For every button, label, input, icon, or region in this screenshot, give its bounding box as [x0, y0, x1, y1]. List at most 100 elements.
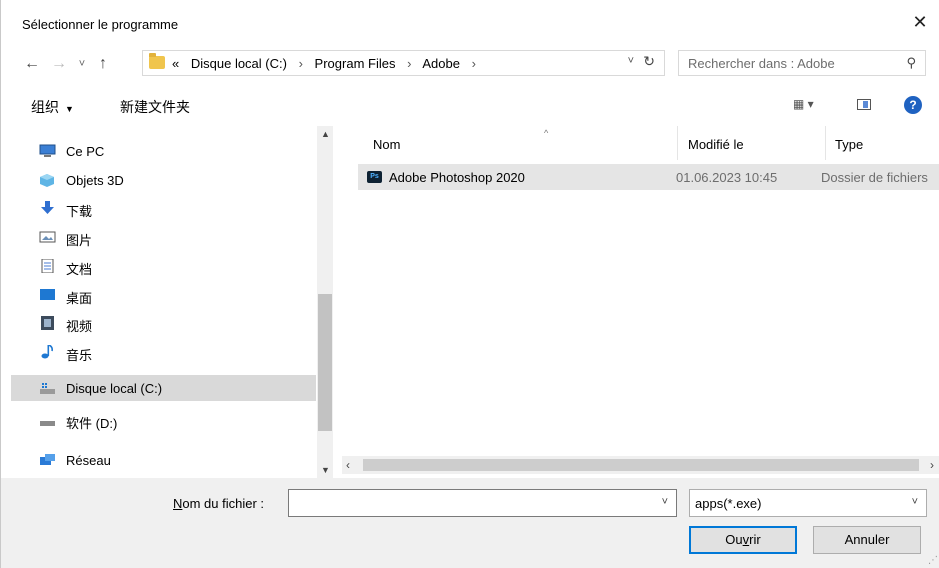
- sidebar-item-desktop[interactable]: 桌面: [11, 282, 316, 308]
- preview-pane-icon[interactable]: [857, 99, 871, 110]
- chevron-down-icon[interactable]: ˅: [662, 496, 668, 508]
- new-folder-button[interactable]: 新建文件夹: [120, 97, 190, 117]
- recent-locations-button[interactable]: ˅: [73, 53, 91, 75]
- computer-icon: [39, 144, 56, 157]
- sidebar-item-label: 文档: [66, 262, 93, 277]
- photoshop-folder-icon: Ps: [367, 171, 382, 183]
- filename-label-text: om du fichier :: [182, 496, 265, 511]
- filter-value: apps(*.exe): [695, 496, 762, 511]
- file-modified: 01.06.2023 10:45: [676, 170, 778, 185]
- filename-label: Nom du fichier :: [173, 496, 264, 511]
- forward-button[interactable]: →: [50, 53, 68, 75]
- column-divider[interactable]: [825, 126, 826, 160]
- navigation-scrollbar[interactable]: ▲ ▼: [317, 126, 333, 478]
- sidebar-item-label: 软件 (D:): [66, 416, 118, 431]
- sort-ascending-icon: ^: [544, 128, 549, 138]
- drive-d-icon: [40, 421, 55, 426]
- column-header-label: Type: [835, 137, 864, 152]
- music-note-icon: [41, 345, 53, 359]
- file-name: Adobe Photoshop 2020: [389, 170, 525, 185]
- open-button[interactable]: Ouvrir: [689, 526, 797, 554]
- file-type: Dossier de fichiers: [821, 170, 928, 185]
- open-label-post: rir: [749, 532, 761, 547]
- search-box[interactable]: Rechercher dans : Adobe ⚲: [678, 50, 926, 76]
- breadcrumb-separator[interactable]: ›: [407, 56, 411, 71]
- sidebar-item-label: 下载: [66, 204, 93, 219]
- up-button[interactable]: ↑: [94, 53, 112, 75]
- sidebar-item-disque-local-c[interactable]: Disque local (C:): [11, 375, 316, 401]
- sidebar-item-label: 视频: [66, 319, 93, 334]
- sidebar-item-label: Objets 3D: [66, 173, 124, 188]
- cancel-button[interactable]: Annuler: [813, 526, 921, 554]
- column-header-modified[interactable]: Modifié le: [688, 126, 823, 160]
- sidebar-item-label: Ce PC: [66, 144, 105, 159]
- back-button[interactable]: ←: [23, 53, 41, 75]
- breadcrumb-item-adobe[interactable]: Adobe: [422, 56, 460, 71]
- breadcrumb-overflow[interactable]: «: [172, 56, 179, 71]
- cube-3d-icon: [40, 174, 54, 187]
- sidebar-item-objets-3d[interactable]: Objets 3D: [11, 167, 316, 193]
- breadcrumb-item-disque-local[interactable]: Disque local (C:): [191, 56, 287, 71]
- organize-label: 组织: [31, 99, 59, 115]
- filename-label-accesskey: N: [173, 496, 183, 511]
- sidebar-item-label: 桌面: [66, 291, 93, 306]
- navigation-bar: ← → ˅ ↑ « Disque local (C:) › Program Fi…: [1, 47, 939, 83]
- breadcrumb-separator[interactable]: ›: [472, 56, 476, 71]
- sidebar-item-documents[interactable]: 文档: [11, 253, 316, 279]
- scroll-down-arrow-icon[interactable]: ▼: [321, 465, 330, 475]
- network-icon: [40, 454, 55, 465]
- file-type-filter[interactable]: apps(*.exe) ˅: [689, 489, 927, 517]
- desktop-icon: [40, 289, 55, 300]
- address-bar[interactable]: « Disque local (C:) › Program Files › Ad…: [142, 50, 665, 76]
- search-input[interactable]: Rechercher dans : Adobe: [688, 56, 835, 71]
- column-header-label: Nom: [373, 137, 401, 152]
- sidebar-item-videos[interactable]: 视频: [11, 310, 316, 336]
- column-header-name[interactable]: Nom ^: [373, 126, 677, 160]
- breadcrumb-separator[interactable]: ›: [299, 56, 303, 71]
- scroll-right-arrow-icon[interactable]: ›: [930, 458, 934, 472]
- breadcrumb-item-program-files[interactable]: Program Files: [315, 56, 396, 71]
- sidebar-item-label: 图片: [66, 233, 93, 248]
- navigation-pane: Ce PC Objets 3D 下载 图片 文档 桌面 视频 音乐 Disque…: [11, 126, 333, 478]
- video-icon: [41, 316, 54, 330]
- sidebar-item-music[interactable]: 音乐: [11, 339, 316, 365]
- view-options-icon[interactable]: ▦ ▾: [793, 97, 814, 111]
- sidebar-item-ce-pc[interactable]: Ce PC: [11, 138, 316, 164]
- pictures-icon: [39, 231, 56, 243]
- open-label-pre: Ou: [725, 532, 743, 547]
- sidebar-item-network[interactable]: Réseau: [11, 447, 316, 473]
- drive-c-icon: [40, 383, 55, 394]
- command-bar: 组织 ▼ 新建文件夹 ▦ ▾ ?: [1, 86, 939, 126]
- filename-field[interactable]: ˅: [288, 489, 677, 517]
- resize-grip-icon[interactable]: ⋰: [928, 555, 938, 566]
- refresh-icon[interactable]: ↻: [643, 53, 655, 70]
- address-history-chevron-icon[interactable]: ˅: [628, 55, 634, 67]
- sidebar-item-label: Disque local (C:): [66, 381, 163, 396]
- close-button[interactable]: ✕: [909, 10, 931, 34]
- sidebar-item-label: Réseau: [66, 453, 111, 468]
- sidebar-item-downloads[interactable]: 下载: [11, 195, 316, 221]
- dialog-title: Sélectionner le programme: [22, 17, 179, 32]
- scroll-left-arrow-icon[interactable]: ‹: [346, 458, 350, 472]
- folder-icon: [149, 53, 165, 69]
- download-arrow-icon: [41, 201, 54, 214]
- chevron-down-icon: ▼: [65, 104, 74, 114]
- scroll-up-arrow-icon[interactable]: ▲: [321, 129, 330, 139]
- file-open-dialog: Sélectionner le programme ✕ ← → ˅ ↑ « Di…: [0, 0, 939, 568]
- dialog-footer: Nom du fichier : ˅ apps(*.exe) ˅ Ouvrir …: [1, 478, 939, 568]
- sidebar-item-software-d[interactable]: 软件 (D:): [11, 407, 316, 433]
- organize-button[interactable]: 组织 ▼: [31, 97, 74, 117]
- search-icon[interactable]: ⚲: [906, 55, 916, 71]
- file-list: Nom ^ Modifié le Type Ps Adobe Photoshop…: [342, 126, 939, 478]
- table-row[interactable]: Ps Adobe Photoshop 2020 01.06.2023 10:45…: [358, 164, 939, 190]
- scrollbar-thumb[interactable]: [363, 459, 919, 471]
- title-bar: Sélectionner le programme ✕: [1, 0, 939, 42]
- column-divider[interactable]: [677, 126, 678, 160]
- horizontal-scrollbar[interactable]: ‹ ›: [342, 456, 939, 474]
- column-header-type[interactable]: Type: [835, 126, 939, 160]
- sidebar-item-pictures[interactable]: 图片: [11, 224, 316, 250]
- chevron-down-icon[interactable]: ˅: [912, 496, 918, 508]
- scrollbar-thumb[interactable]: [318, 294, 332, 431]
- help-icon[interactable]: ?: [904, 96, 922, 114]
- column-header-label: Modifié le: [688, 137, 744, 152]
